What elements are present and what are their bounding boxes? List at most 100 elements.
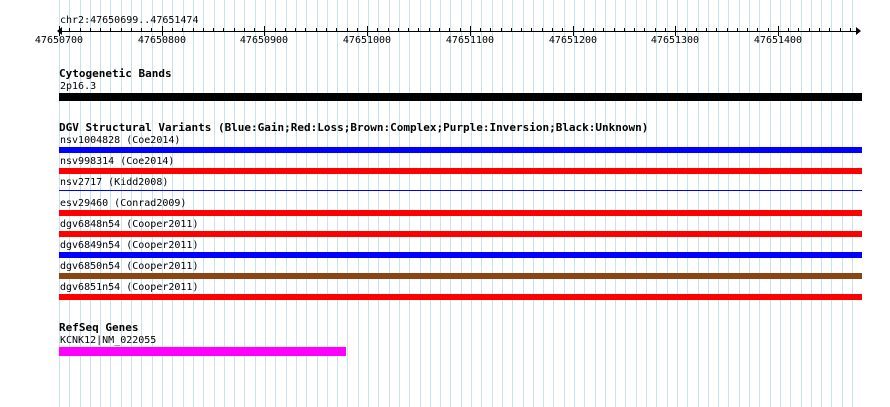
ruler-minor-tick [757, 28, 758, 32]
ruler-minor-tick [203, 28, 204, 32]
ruler-minor-tick [501, 28, 502, 32]
ruler-minor-tick [100, 28, 101, 32]
ruler-minor-tick [449, 28, 450, 32]
ruler-minor-tick [80, 28, 81, 32]
ruler-minor-tick [624, 28, 625, 32]
ruler-minor-tick [244, 28, 245, 32]
dgv-variant-feature[interactable] [59, 273, 862, 279]
ruler-tick-label: 47650800 [137, 35, 187, 46]
ruler-arrow-right-icon [856, 27, 861, 35]
ruler-minor-tick [788, 28, 789, 32]
ruler-minor-tick [90, 28, 91, 32]
ruler-minor-tick [562, 28, 563, 32]
ruler-tick-label: 47651400 [753, 35, 803, 46]
ruler-minor-tick [552, 28, 553, 32]
cytoband-label: 2p16.3 [60, 81, 97, 92]
ruler-minor-tick [531, 28, 532, 32]
dgv-variant-label: dgv6848n54 (Cooper2011) [60, 219, 199, 230]
ruler-minor-tick [665, 28, 666, 32]
ruler-minor-tick [234, 28, 235, 32]
location-label: chr2:47650699..47651474 [60, 15, 199, 26]
ruler-minor-tick [706, 28, 707, 32]
dgv-variant-label: dgv6849n54 (Cooper2011) [60, 240, 199, 251]
cytoband-feature[interactable] [59, 93, 862, 101]
ruler-minor-tick [480, 28, 481, 32]
ruler-minor-tick [305, 28, 306, 32]
dgv-variant-feature[interactable] [59, 190, 862, 191]
dgv-variant-feature[interactable] [59, 210, 862, 216]
ruler-minor-tick [685, 28, 686, 32]
ruler-minor-tick [151, 28, 152, 32]
ruler-minor-tick [418, 28, 419, 32]
dgv-variant-label: dgv6850n54 (Cooper2011) [60, 261, 199, 272]
refseq-gene-label: KCNK12|NM_022055 [60, 335, 157, 346]
dgv-variant-label: nsv998314 (Coe2014) [60, 156, 175, 167]
ruler-tick-label: 47650900 [239, 35, 289, 46]
ruler-minor-tick [398, 28, 399, 32]
ruler-minor-tick [357, 28, 358, 32]
ruler-minor-tick [593, 28, 594, 32]
ruler-minor-tick [809, 28, 810, 32]
ruler-minor-tick [490, 28, 491, 32]
ruler-tick-label: 47651100 [445, 35, 495, 46]
ruler-minor-tick [131, 28, 132, 32]
dgv-variant-label: dgv6851n54 (Cooper2011) [60, 282, 199, 293]
ruler-minor-tick [213, 28, 214, 32]
ruler-minor-tick [254, 28, 255, 32]
ruler-minor-tick [798, 28, 799, 32]
ruler-minor-tick [429, 28, 430, 32]
dgv-variant-feature[interactable] [59, 252, 862, 258]
dgv-variant-feature[interactable] [59, 294, 862, 300]
ruler-minor-tick [521, 28, 522, 32]
dgv-variant-feature[interactable] [59, 147, 862, 153]
ruler-tick-label: 47651200 [548, 35, 598, 46]
ruler-minor-tick [182, 28, 183, 32]
ruler-minor-tick [511, 28, 512, 32]
ruler-minor-tick [388, 28, 389, 32]
ruler-minor-tick [69, 28, 70, 32]
ruler-minor-tick [840, 28, 841, 32]
ruler-minor-tick [603, 28, 604, 32]
dgv-variant-label: esv29460 (Conrad2009) [60, 198, 187, 209]
ruler-tick-label: 47650700 [34, 35, 84, 46]
ruler-minor-tick [141, 28, 142, 32]
ruler-minor-tick [460, 28, 461, 32]
ruler-minor-tick [747, 28, 748, 32]
dgv-variant-feature[interactable] [59, 168, 862, 174]
refseq-gene-feature[interactable] [59, 347, 346, 356]
ruler-minor-tick [737, 28, 738, 32]
ruler-minor-tick [583, 28, 584, 32]
ruler-tick-label: 47651300 [650, 35, 700, 46]
ruler-minor-tick [121, 28, 122, 32]
ruler-minor-tick [275, 28, 276, 32]
ruler-minor-tick [829, 28, 830, 32]
ruler-minor-tick [408, 28, 409, 32]
ruler-minor-tick [716, 28, 717, 32]
ruler-minor-tick [655, 28, 656, 32]
ruler-minor-tick [644, 28, 645, 32]
ruler-minor-tick [819, 28, 820, 32]
ruler-minor-tick [316, 28, 317, 32]
ruler-minor-tick [110, 28, 111, 32]
ruler-tick-label: 47651000 [342, 35, 392, 46]
cytoband-track-title[interactable]: Cytogenetic Bands [59, 68, 172, 79]
ruler-minor-tick [768, 28, 769, 32]
ruler-minor-tick [614, 28, 615, 32]
ruler-minor-tick [347, 28, 348, 32]
ruler-minor-tick [377, 28, 378, 32]
ruler-minor-tick [223, 28, 224, 32]
dgv-variant-feature[interactable] [59, 231, 862, 237]
ruler-minor-tick [634, 28, 635, 32]
ruler-minor-tick [727, 28, 728, 32]
ruler-minor-tick [193, 28, 194, 32]
dgv-variant-label: nsv1004828 (Coe2014) [60, 135, 181, 146]
ruler-minor-tick [850, 28, 851, 32]
ruler-minor-tick [172, 28, 173, 32]
ruler-minor-tick [542, 28, 543, 32]
ruler-minor-tick [439, 28, 440, 32]
dgv-track-title[interactable]: DGV Structural Variants (Blue:Gain;Red:L… [59, 122, 648, 133]
ruler-minor-tick [326, 28, 327, 32]
ruler-minor-tick [295, 28, 296, 32]
refseq-track-title[interactable]: RefSeq Genes [59, 322, 138, 333]
ruler-minor-tick [696, 28, 697, 32]
